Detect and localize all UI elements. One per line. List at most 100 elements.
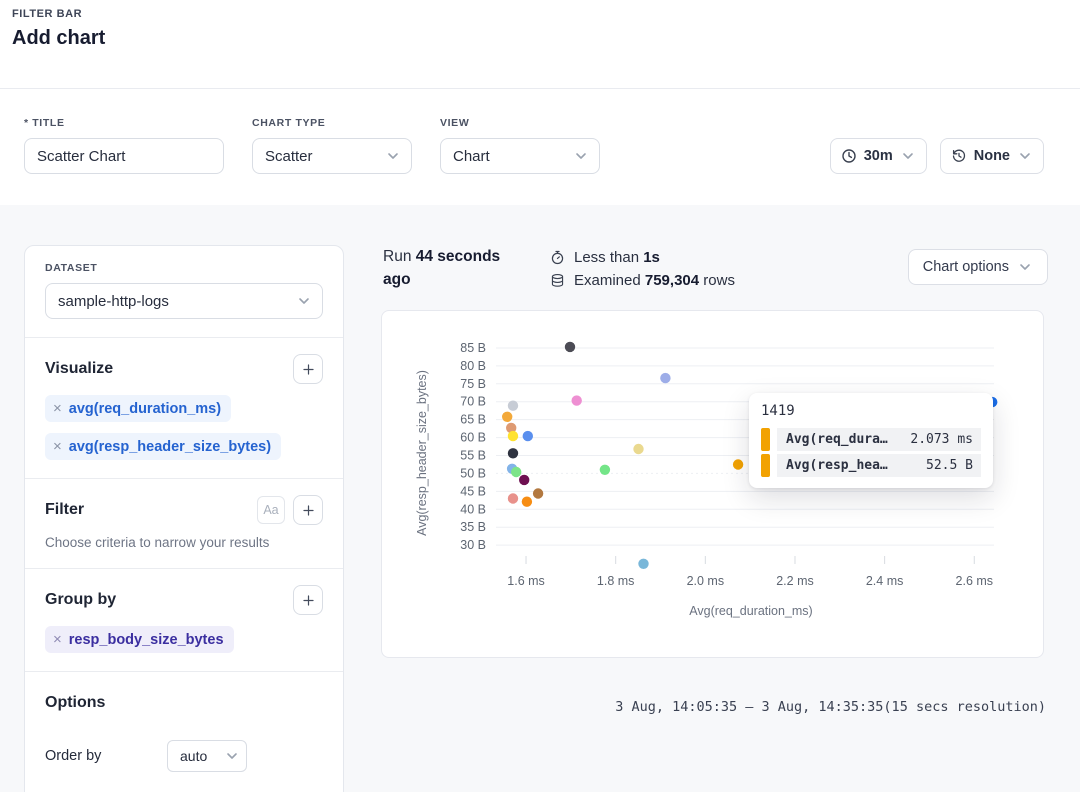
elapsed-text: Less than 1s bbox=[574, 246, 660, 269]
scatter-point[interactable] bbox=[600, 465, 610, 475]
add-visualize-button[interactable] bbox=[293, 354, 323, 384]
chart-tooltip: 1419 Avg(req_dura… 2.073 ms Avg(resp_hea… bbox=[749, 393, 993, 488]
options-section: Options Order by auto bbox=[25, 672, 343, 790]
chevron-down-icon bbox=[224, 748, 240, 764]
chevron-down-icon bbox=[385, 148, 401, 164]
dataset-select[interactable]: sample-http-logs bbox=[45, 283, 323, 319]
filter-helper-text: Choose criteria to narrow your results bbox=[45, 535, 323, 550]
x-tick-label: 1.8 ms bbox=[597, 574, 635, 588]
visualize-chip-label: avg(req_duration_ms) bbox=[69, 401, 221, 417]
tooltip-metric-value: 52.5 B bbox=[926, 458, 973, 473]
scatter-point[interactable] bbox=[508, 448, 518, 458]
time-range-value: 30m bbox=[864, 148, 893, 164]
x-tick-label: 2.0 ms bbox=[687, 574, 725, 588]
y-tick-label: 75 B bbox=[460, 377, 486, 391]
plus-icon bbox=[301, 503, 316, 518]
y-tick-label: 85 B bbox=[460, 341, 486, 355]
dataset-section: DATASET sample-http-logs bbox=[25, 246, 343, 338]
order-by-select[interactable]: auto bbox=[167, 740, 247, 772]
chart-config-form: * TITLE CHART TYPE Scatter VIEW Chart 30… bbox=[24, 117, 1044, 174]
scatter-point-hovered[interactable] bbox=[733, 459, 743, 469]
scatter-point[interactable] bbox=[522, 497, 532, 507]
time-controls: 30m None bbox=[830, 138, 1044, 174]
scatter-point[interactable] bbox=[511, 467, 521, 477]
filter-title: Filter bbox=[45, 501, 257, 519]
group-by-chip[interactable]: × resp_body_size_bytes bbox=[45, 626, 234, 653]
breadcrumb: FILTER BAR bbox=[12, 8, 105, 20]
add-group-by-button[interactable] bbox=[293, 585, 323, 615]
remove-icon[interactable]: × bbox=[53, 632, 62, 647]
tooltip-metric-value: 2.073 ms bbox=[910, 432, 973, 447]
scatter-point[interactable] bbox=[633, 444, 643, 454]
query-builder-panel: DATASET sample-http-logs Visualize × avg… bbox=[24, 245, 344, 792]
scatter-point[interactable] bbox=[508, 401, 518, 411]
page-header: FILTER BAR Add chart bbox=[12, 8, 105, 50]
run-status: Run 44 seconds ago bbox=[383, 245, 513, 291]
time-range-footer: 3 Aug, 14:05:35 — 3 Aug, 14:35:35(15 sec… bbox=[615, 699, 1046, 715]
page-title: Add chart bbox=[12, 27, 105, 50]
case-sensitivity-button[interactable]: Aa bbox=[257, 496, 285, 524]
chart-type-field-group: CHART TYPE Scatter bbox=[252, 117, 412, 174]
scatter-point[interactable] bbox=[502, 412, 512, 422]
visualize-chip[interactable]: × avg(req_duration_ms) bbox=[45, 395, 231, 422]
group-by-chip-label: resp_body_size_bytes bbox=[69, 632, 224, 648]
chevron-down-icon bbox=[900, 148, 916, 164]
scatter-point[interactable] bbox=[638, 559, 648, 569]
scatter-point[interactable] bbox=[523, 431, 533, 441]
visualize-chip[interactable]: × avg(resp_header_size_bytes) bbox=[45, 433, 281, 460]
visualize-title: Visualize bbox=[45, 360, 293, 378]
scatter-point[interactable] bbox=[508, 493, 518, 503]
visualize-section: Visualize × avg(req_duration_ms) × avg(r… bbox=[25, 338, 343, 479]
scatter-point[interactable] bbox=[565, 342, 575, 352]
options-header: Options bbox=[45, 688, 323, 718]
examined-text: Examined 759,304 rows bbox=[574, 269, 735, 292]
scatter-point[interactable] bbox=[519, 475, 529, 485]
scatter-point[interactable] bbox=[572, 395, 582, 405]
elapsed-row: Less than 1s bbox=[550, 246, 735, 269]
order-by-label: Order by bbox=[45, 748, 167, 764]
plus-icon bbox=[301, 362, 316, 377]
dataset-value: sample-http-logs bbox=[58, 293, 169, 310]
run-stats: Less than 1s Examined 759,304 rows bbox=[550, 246, 735, 292]
compare-button[interactable]: None bbox=[940, 138, 1044, 174]
view-field-group: VIEW Chart bbox=[440, 117, 600, 174]
order-by-value: auto bbox=[180, 748, 207, 764]
history-icon bbox=[951, 148, 967, 164]
chart-type-value: Scatter bbox=[265, 148, 313, 165]
scatter-point[interactable] bbox=[660, 373, 670, 383]
examined-row: Examined 759,304 rows bbox=[550, 269, 735, 292]
chevron-down-icon bbox=[1017, 259, 1033, 275]
group-by-title: Group by bbox=[45, 591, 293, 609]
series-color-bar bbox=[761, 454, 770, 477]
y-tick-label: 30 B bbox=[460, 538, 486, 552]
chart-options-label: Chart options bbox=[923, 259, 1009, 275]
y-tick-label: 80 B bbox=[460, 359, 486, 373]
chevron-down-icon bbox=[573, 148, 589, 164]
add-filter-button[interactable] bbox=[293, 495, 323, 525]
scatter-point[interactable] bbox=[533, 488, 543, 498]
tooltip-row: Avg(resp_hea… 52.5 B bbox=[761, 454, 981, 477]
title-input[interactable] bbox=[24, 138, 224, 174]
options-title: Options bbox=[45, 694, 323, 712]
chart-options-button[interactable]: Chart options bbox=[908, 249, 1048, 285]
view-value: Chart bbox=[453, 148, 490, 165]
chevron-down-icon bbox=[1017, 148, 1033, 164]
y-tick-label: 65 B bbox=[460, 413, 486, 427]
remove-icon[interactable]: × bbox=[53, 439, 62, 454]
time-range-button[interactable]: 30m bbox=[830, 138, 927, 174]
filter-section: Filter Aa Choose criteria to narrow your… bbox=[25, 479, 343, 569]
group-by-section: Group by × resp_body_size_bytes bbox=[25, 569, 343, 672]
y-axis-title: Avg(resp_header_size_bytes) bbox=[415, 370, 429, 536]
tooltip-group-value: 1419 bbox=[761, 403, 981, 419]
title-label: * TITLE bbox=[24, 117, 224, 129]
scatter-point[interactable] bbox=[508, 431, 518, 441]
remove-icon[interactable]: × bbox=[53, 401, 62, 416]
stopwatch-icon bbox=[550, 250, 565, 265]
tooltip-metric-label: Avg(resp_hea… bbox=[786, 458, 888, 473]
database-icon bbox=[550, 273, 565, 288]
view-select[interactable]: Chart bbox=[440, 138, 600, 174]
x-tick-label: 1.6 ms bbox=[507, 574, 545, 588]
clock-icon bbox=[841, 148, 857, 164]
filter-header: Filter Aa bbox=[45, 495, 323, 525]
chart-type-select[interactable]: Scatter bbox=[252, 138, 412, 174]
